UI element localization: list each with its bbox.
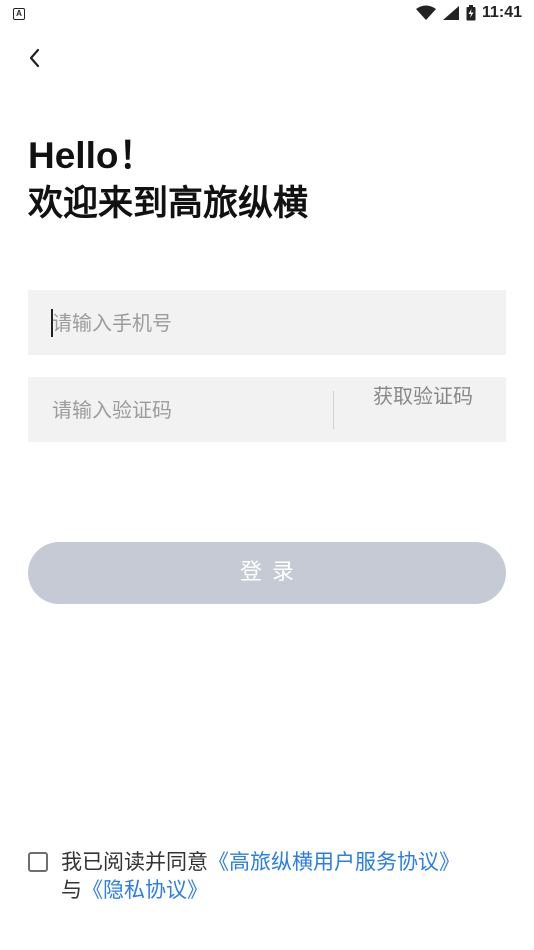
status-bar: A 11:41 — [0, 0, 534, 28]
battery-icon — [466, 5, 476, 21]
status-time: 11:41 — [481, 4, 522, 21]
greeting-welcome: 欢迎来到高旅纵横 — [28, 184, 309, 224]
status-right-group: 11:41 — [415, 4, 522, 22]
privacy-policy-link[interactable]: 《隐私协议》 — [82, 878, 208, 902]
notification-a-icon: A — [13, 8, 25, 20]
signal-icon — [442, 6, 459, 20]
wifi-icon — [415, 5, 436, 20]
greeting-hello: Hello！ — [28, 135, 156, 176]
chevron-left-icon — [29, 48, 40, 68]
login-button[interactable]: 登录 — [28, 542, 506, 604]
agreement-conjunction: 与 — [61, 878, 82, 902]
get-code-button[interactable]: 获取验证码 — [368, 383, 478, 436]
code-input-container: 获取验证码 — [28, 377, 506, 442]
input-divider — [333, 391, 334, 429]
back-button[interactable] — [20, 44, 48, 72]
greeting: Hello！ 欢迎来到高旅纵横 — [28, 134, 308, 230]
agreement-checkbox[interactable] — [28, 852, 48, 872]
phone-input[interactable] — [52, 290, 342, 355]
user-agreement-link[interactable]: 《高旅纵横用户服务协议》 — [208, 850, 460, 874]
phone-input-container — [28, 290, 506, 355]
agreement-text: 我已阅读并同意《高旅纵横用户服务协议》 与《隐私协议》 — [61, 848, 511, 904]
agreement-prefix: 我已阅读并同意 — [61, 850, 208, 874]
verification-code-input[interactable] — [52, 377, 342, 442]
